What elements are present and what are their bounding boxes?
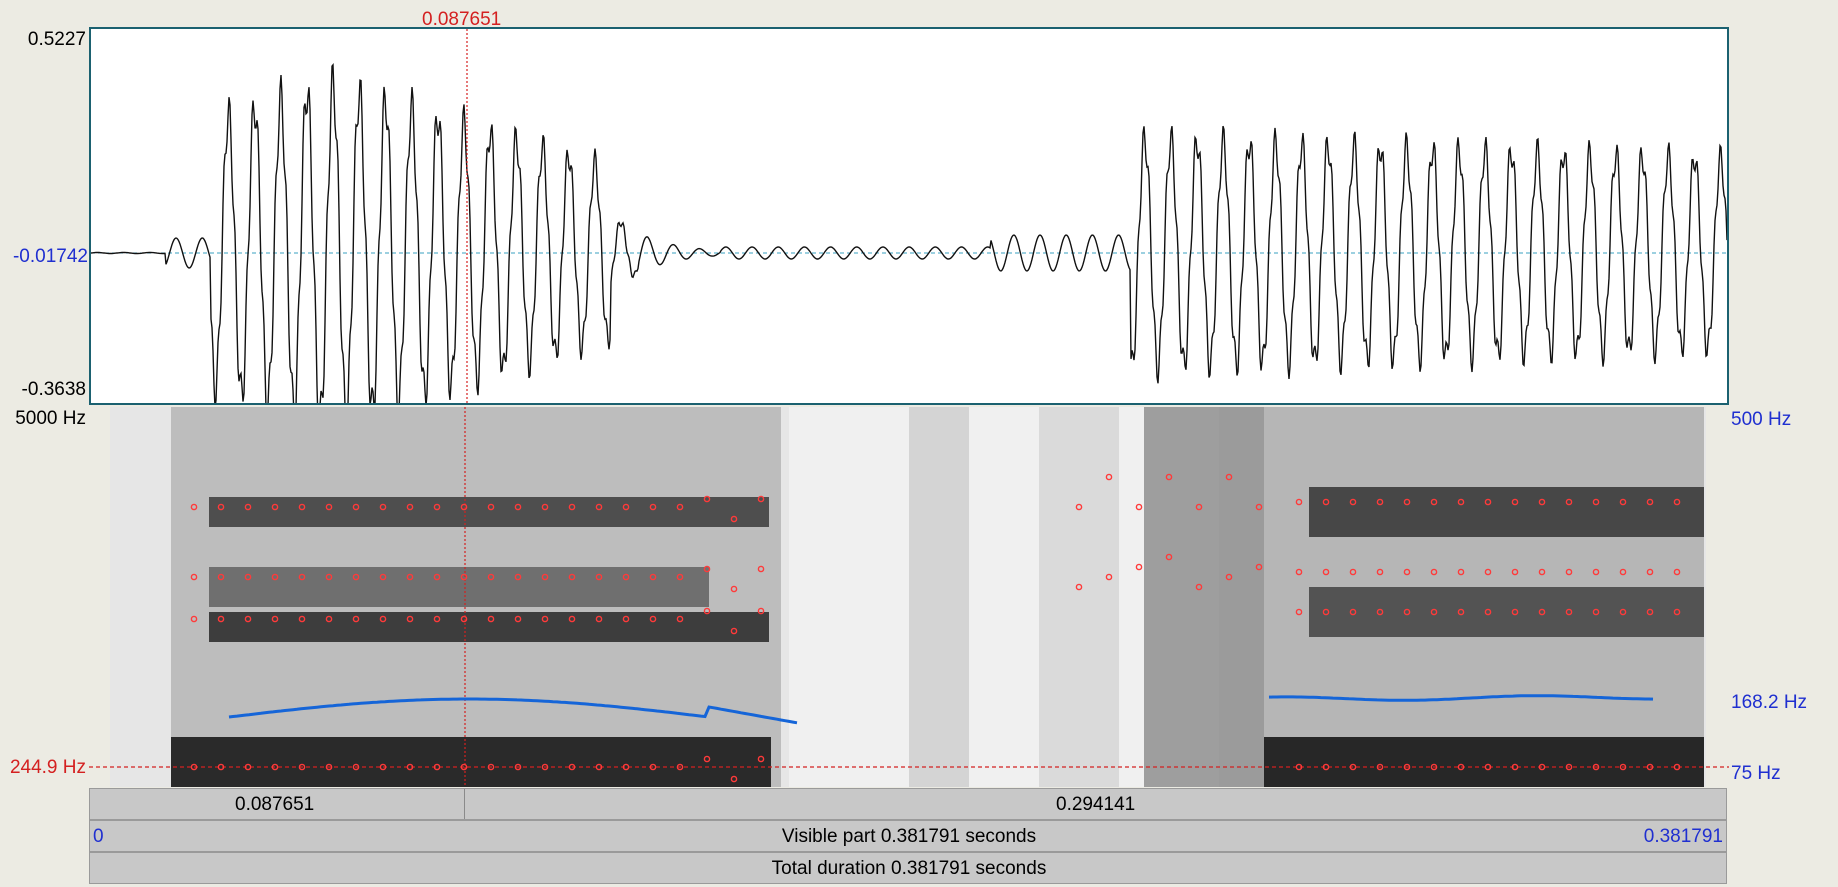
total-duration-bar[interactable]: Total duration 0.381791 seconds: [89, 852, 1727, 884]
cursor-time-bar[interactable]: 0.087651 0.294141: [89, 788, 1727, 820]
spectrogram-cursor-freq-label: 244.9 Hz: [9, 757, 86, 778]
pitch-min-label: 75 Hz: [1731, 763, 1781, 784]
waveform-zero-label: -0.01742: [12, 246, 88, 267]
waveform-trace: [91, 63, 1727, 403]
visible-end-label: 0.381791: [1643, 826, 1723, 847]
pitch-value-label: 168.2 Hz: [1731, 692, 1808, 713]
pitch-max-label: 500 Hz: [1731, 409, 1792, 430]
cursor-right-time: 0.294141: [1056, 794, 1136, 815]
spectrogram-panel[interactable]: [89, 407, 1729, 787]
waveform-max-label: 0.5227: [27, 29, 86, 50]
spectrogram-plot: [89, 407, 1729, 787]
cursor-bar-divider: [464, 789, 465, 819]
spectrogram-max-freq-label: 5000 Hz: [15, 408, 86, 429]
visible-part-label: Visible part 0.381791 seconds: [781, 826, 1037, 847]
waveform-min-label: -0.3638: [21, 379, 86, 400]
visible-part-bar[interactable]: 0 Visible part 0.381791 seconds 0.381791: [89, 820, 1727, 852]
cursor-left-time: 0.087651: [235, 794, 315, 815]
waveform-panel[interactable]: [89, 27, 1729, 405]
waveform-plot: [91, 29, 1727, 403]
total-duration-label: Total duration 0.381791 seconds: [771, 858, 1047, 879]
